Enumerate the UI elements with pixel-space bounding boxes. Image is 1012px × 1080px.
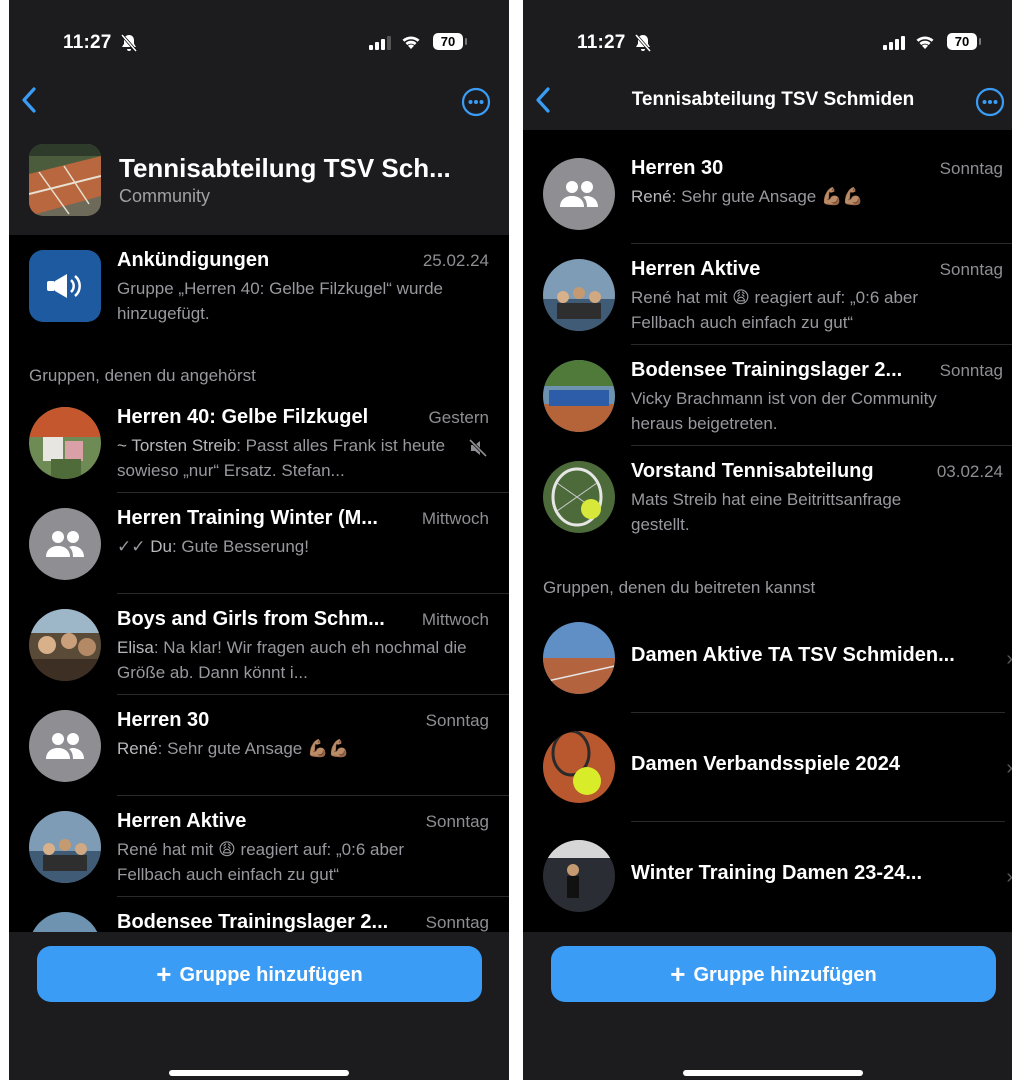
- signal-icon: [369, 36, 391, 50]
- status-bar: 11:27 70: [523, 0, 1012, 80]
- join-group-title: Damen Verbandsspiele 2024: [631, 753, 901, 775]
- wifi-icon: [914, 33, 936, 51]
- more-ellipsis-icon[interactable]: [461, 87, 491, 117]
- group-preview: ✓✓ Du: Gute Besserung!: [117, 537, 309, 556]
- group-people-icon: [29, 508, 101, 580]
- bell-slash-icon: [633, 33, 655, 53]
- group-avatar: [543, 731, 615, 803]
- group-title: Herren Training Winter (M...: [117, 507, 378, 529]
- list-item[interactable]: Vorstand Tennisabteilung 03.02.24 Mats S…: [523, 446, 1012, 547]
- section-join-label: Gruppen, denen du beitreten kannst: [543, 578, 816, 597]
- status-time: 11:27: [63, 32, 112, 53]
- group-date: Sonntag: [939, 260, 1003, 279]
- bell-slash-icon: [119, 33, 141, 53]
- add-group-button[interactable]: + Gruppe hinzufügen: [37, 946, 482, 1002]
- join-group-title: Damen Aktive TA TSV Schmiden...: [631, 644, 955, 666]
- group-avatar: [543, 461, 615, 533]
- signal-icon: [883, 36, 905, 50]
- group-date: Sonntag: [425, 812, 489, 831]
- group-date: Sonntag: [425, 711, 489, 730]
- announcement-preview: Gruppe „Herren 40: Gelbe Filzkugel“ wurd…: [117, 279, 443, 323]
- group-preview: René: Sehr gute Ansage 💪🏽💪🏽: [631, 187, 864, 206]
- community-title: Tennisabteilung TSV Sch...: [119, 153, 451, 183]
- group-title: Herren 30: [117, 709, 210, 731]
- group-date: Sonntag: [939, 361, 1003, 380]
- chevron-right-icon: ›: [1006, 866, 1012, 889]
- group-date: Mittwoch: [421, 610, 489, 629]
- group-title: Bodensee Trainingslager 2...: [631, 359, 903, 381]
- community-avatar[interactable]: [29, 144, 101, 216]
- list-item[interactable]: Herren Aktive Sonntag René hat mit 😩 rea…: [9, 796, 509, 897]
- group-preview: Mats Streib hat eine Beitrittsanfrage ge…: [631, 490, 902, 534]
- plus-icon: +: [670, 959, 686, 989]
- double-check-icon: ✓✓: [117, 537, 151, 556]
- list-item[interactable]: Bodensee Trainingslager 2... Sonntag Vic…: [523, 345, 1012, 446]
- group-title: Herren Aktive: [631, 258, 761, 280]
- megaphone-icon: [29, 250, 101, 322]
- join-group-item[interactable]: Damen Aktive TA TSV Schmiden... ›: [523, 604, 1012, 713]
- back-chevron-icon[interactable]: [21, 86, 37, 114]
- group-date: 03.02.24: [936, 462, 1003, 481]
- group-preview: Elisa: Na klar! Wir fragen auch eh nochm…: [117, 638, 467, 682]
- list-item[interactable]: Herren Aktive Sonntag René hat mit 😩 rea…: [523, 244, 1012, 345]
- list-item[interactable]: Herren 30 Sonntag René: Sehr gute Ansage…: [9, 695, 509, 796]
- group-people-icon: [543, 158, 615, 230]
- more-ellipsis-icon[interactable]: [975, 87, 1005, 117]
- group-avatar: [543, 622, 615, 694]
- join-group-item[interactable]: Winter Training Damen 23-24... ›: [523, 822, 1012, 931]
- nav-title: Tennisabteilung TSV Schmiden: [631, 89, 915, 110]
- chevron-right-icon: ›: [1006, 757, 1012, 780]
- group-avatar: [543, 360, 615, 432]
- group-title: Vorstand Tennisabteilung: [631, 460, 874, 482]
- left-screen: 11:27 70 Tennisabteilung TSV Sch... Comm…: [9, 0, 509, 1080]
- announcement-date: 25.02.24: [422, 251, 489, 270]
- battery-icon: 70: [947, 33, 981, 50]
- group-preview: René hat mit 😩 reagiert auf: „0:6 aber F…: [117, 840, 405, 884]
- battery-icon: 70: [433, 33, 467, 50]
- status-bar: 11:27 70: [9, 0, 509, 80]
- list-item[interactable]: Herren 40: Gelbe Filzkugel Gestern ~ Tor…: [9, 392, 509, 493]
- join-group-item[interactable]: Damen Verbandsspiele 2024 ›: [523, 713, 1012, 822]
- group-avatar: [543, 840, 615, 912]
- list-item[interactable]: Herren Training Winter (M... Mittwoch ✓✓…: [9, 493, 509, 594]
- join-group-title: Winter Training Damen 23-24...: [631, 862, 923, 884]
- community-subtitle: Community: [119, 186, 211, 206]
- group-avatar: [29, 407, 101, 479]
- group-title: Herren 40: Gelbe Filzkugel: [117, 406, 369, 428]
- chevron-right-icon: ›: [1006, 648, 1012, 671]
- plus-icon: +: [156, 959, 172, 989]
- right-screen: Herren 30 Sonntag René: Sehr gute Ansage…: [523, 0, 1012, 1080]
- announcement-row[interactable]: Ankündigungen 25.02.24 Gruppe „Herren 40…: [9, 235, 509, 336]
- home-indicator: [683, 1070, 863, 1076]
- group-preview: René hat mit 😩 reagiert auf: „0:6 aber F…: [631, 288, 919, 332]
- group-avatar: [29, 609, 101, 681]
- list-item[interactable]: Boys and Girls from Schm... Mittwoch Eli…: [9, 594, 509, 695]
- group-avatar: [543, 259, 615, 331]
- group-date: Gestern: [428, 408, 489, 427]
- list-item[interactable]: Herren 30 Sonntag René: Sehr gute Ansage…: [523, 143, 1012, 244]
- group-title: Boys and Girls from Schm...: [117, 608, 385, 630]
- group-preview: René: Sehr gute Ansage 💪🏽💪🏽: [117, 739, 350, 758]
- group-date: Mittwoch: [421, 509, 489, 528]
- status-time: 11:27: [577, 32, 626, 53]
- group-title: Herren Aktive: [117, 810, 247, 832]
- group-title: Herren 30: [631, 157, 724, 179]
- group-date: Sonntag: [939, 159, 1003, 178]
- section-member-label: Gruppen, denen du angehörst: [29, 366, 256, 385]
- group-avatar: [29, 811, 101, 883]
- group-people-icon: [29, 710, 101, 782]
- home-indicator: [169, 1070, 349, 1076]
- group-title: Bodensee Trainingslager 2...: [117, 911, 389, 933]
- group-date: Sonntag: [425, 913, 489, 932]
- announcement-title: Ankündigungen: [117, 249, 270, 271]
- nav-bar: Tennisabteilung TSV Schmiden: [523, 80, 1012, 122]
- nav-bar: [9, 80, 509, 122]
- group-preview: ~ Torsten Streib: Passt alles Frank ist …: [117, 436, 446, 480]
- wifi-icon: [400, 33, 422, 51]
- muted-icon: [469, 439, 487, 457]
- add-group-button[interactable]: + Gruppe hinzufügen: [551, 946, 996, 1002]
- group-preview: Vicky Brachmann ist von der Community he…: [631, 389, 937, 433]
